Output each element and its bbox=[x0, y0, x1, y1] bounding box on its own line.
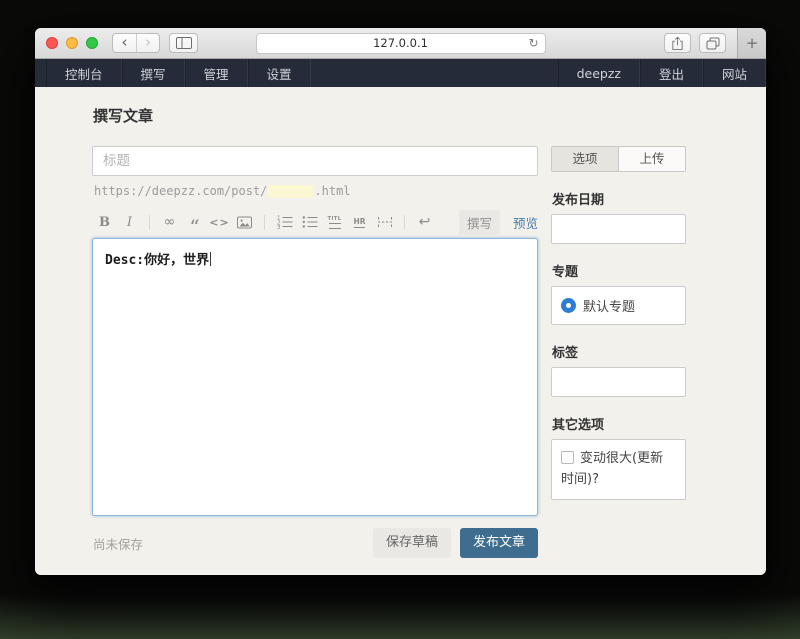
save-draft-button[interactable]: 保存草稿 bbox=[373, 528, 451, 558]
share-button[interactable] bbox=[664, 33, 691, 53]
composer-column: https://deepzz.com/post/ .html BI ∞“<> 123 T… bbox=[92, 146, 538, 558]
page-content: 撰写文章 https://deepzz.com/post/ .html BI ∞“<… bbox=[35, 87, 766, 575]
radio-selected-icon[interactable] bbox=[561, 298, 576, 313]
major-change-label: 变动很大(更新时间)? bbox=[561, 451, 663, 487]
minimize-button[interactable] bbox=[66, 37, 78, 49]
nav-item-site[interactable]: 网站 bbox=[703, 59, 766, 87]
sidebar-tabs: 选项 上传 bbox=[551, 146, 686, 172]
publish-date-input[interactable] bbox=[551, 214, 686, 244]
code-icon[interactable]: <> bbox=[208, 211, 231, 233]
editor-textarea[interactable]: Desc:你好，世界 bbox=[92, 238, 538, 516]
topic-option-default[interactable]: 默认专题 bbox=[551, 286, 686, 325]
topic-option-label: 默认专题 bbox=[583, 296, 635, 315]
nav-item-settings[interactable]: 设置 bbox=[248, 59, 311, 87]
text-cursor bbox=[210, 252, 211, 266]
other-options-label: 其它选项 bbox=[552, 414, 686, 433]
topic-label: 专题 bbox=[552, 261, 686, 280]
page-title: 撰写文章 bbox=[93, 87, 686, 126]
nav-item-dashboard[interactable]: 控制台 bbox=[46, 59, 122, 87]
editor-toolbar: BI ∞“<> 123 TITLHR ↩ 撰写 预览 bbox=[92, 210, 538, 234]
history-buttons: ‹ › bbox=[112, 33, 160, 53]
reload-icon[interactable]: ↻ bbox=[528, 34, 538, 53]
major-change-option[interactable]: 变动很大(更新时间)? bbox=[551, 439, 686, 500]
page-break-icon[interactable] bbox=[373, 211, 396, 233]
tags-label: 标签 bbox=[552, 342, 686, 361]
bold-icon[interactable]: B bbox=[93, 211, 116, 233]
chrome-right-buttons bbox=[664, 33, 726, 53]
traffic-lights bbox=[46, 37, 98, 49]
zoom-button[interactable] bbox=[86, 37, 98, 49]
nav-item-manage[interactable]: 管理 bbox=[185, 59, 248, 87]
options-sidebar: 选项 上传 发布日期 专题 默认专题 标签 其它选项 变动很大(更新时间)? bbox=[551, 146, 686, 558]
post-url-preview: https://deepzz.com/post/ .html bbox=[94, 184, 538, 198]
toolbar-divider bbox=[404, 215, 405, 230]
toolbar-divider bbox=[149, 215, 150, 230]
navbar-right: deepzz 登出 网站 bbox=[558, 59, 766, 87]
sidebar-toggle-icon bbox=[176, 37, 192, 49]
app-navbar: 控制台 撰写 管理 设置 deepzz 登出 网站 bbox=[35, 59, 766, 87]
ordered-list-icon[interactable]: 123 bbox=[273, 211, 296, 233]
address-url: 127.0.0.1 bbox=[373, 36, 428, 50]
tab-options[interactable]: 选项 bbox=[552, 147, 618, 171]
nav-item-username[interactable]: deepzz bbox=[558, 59, 640, 87]
browser-window: ‹ › 127.0.0.1 ↻ + 控制台 撰写 管理 设置 deepzz 登出 bbox=[35, 28, 766, 575]
sidebar-toggle-button[interactable] bbox=[169, 33, 198, 53]
nav-item-write[interactable]: 撰写 bbox=[122, 59, 185, 87]
tabs-icon bbox=[706, 37, 720, 50]
link-icon[interactable]: ∞ bbox=[158, 211, 181, 233]
checkbox-unchecked-icon[interactable] bbox=[561, 451, 574, 464]
publish-date-label: 发布日期 bbox=[552, 189, 686, 208]
quote-icon[interactable]: “ bbox=[183, 211, 206, 233]
toolbar-divider bbox=[264, 215, 265, 230]
url-suffix: .html bbox=[314, 184, 350, 198]
tab-preview-mode[interactable]: 预览 bbox=[513, 213, 538, 232]
tab-upload[interactable]: 上传 bbox=[618, 147, 685, 171]
unordered-list-icon[interactable] bbox=[298, 211, 321, 233]
share-icon bbox=[671, 36, 684, 51]
new-tab-button[interactable]: + bbox=[737, 28, 766, 58]
svg-text:3: 3 bbox=[277, 225, 281, 229]
slug-placeholder-highlight bbox=[268, 185, 313, 198]
image-icon[interactable] bbox=[233, 211, 256, 233]
address-bar[interactable]: 127.0.0.1 ↻ bbox=[256, 33, 546, 54]
heading-icon[interactable]: TITL bbox=[323, 211, 346, 233]
browser-toolbar: ‹ › 127.0.0.1 ↻ + bbox=[35, 28, 766, 59]
show-tabs-button[interactable] bbox=[699, 33, 726, 53]
url-prefix: https://deepzz.com/post/ bbox=[94, 184, 267, 198]
composer-footer: 尚未保存 保存草稿 发布文章 bbox=[92, 528, 538, 558]
close-button[interactable] bbox=[46, 37, 58, 49]
italic-icon[interactable]: I bbox=[118, 211, 141, 233]
title-input[interactable] bbox=[92, 146, 538, 176]
editor-content: Desc:你好，世界 bbox=[105, 253, 209, 268]
save-status: 尚未保存 bbox=[93, 534, 143, 553]
editor-toolbar-icons: BI ∞“<> 123 TITLHR ↩ bbox=[92, 211, 437, 233]
publish-button[interactable]: 发布文章 bbox=[460, 528, 538, 558]
tags-input[interactable] bbox=[551, 367, 686, 397]
nav-item-logout[interactable]: 登出 bbox=[640, 59, 703, 87]
tab-write-mode[interactable]: 撰写 bbox=[459, 210, 500, 235]
undo-icon[interactable]: ↩ bbox=[413, 211, 436, 233]
forward-button[interactable]: › bbox=[136, 34, 159, 52]
back-button[interactable]: ‹ bbox=[113, 34, 136, 52]
horizontal-rule-icon[interactable]: HR bbox=[348, 211, 371, 233]
